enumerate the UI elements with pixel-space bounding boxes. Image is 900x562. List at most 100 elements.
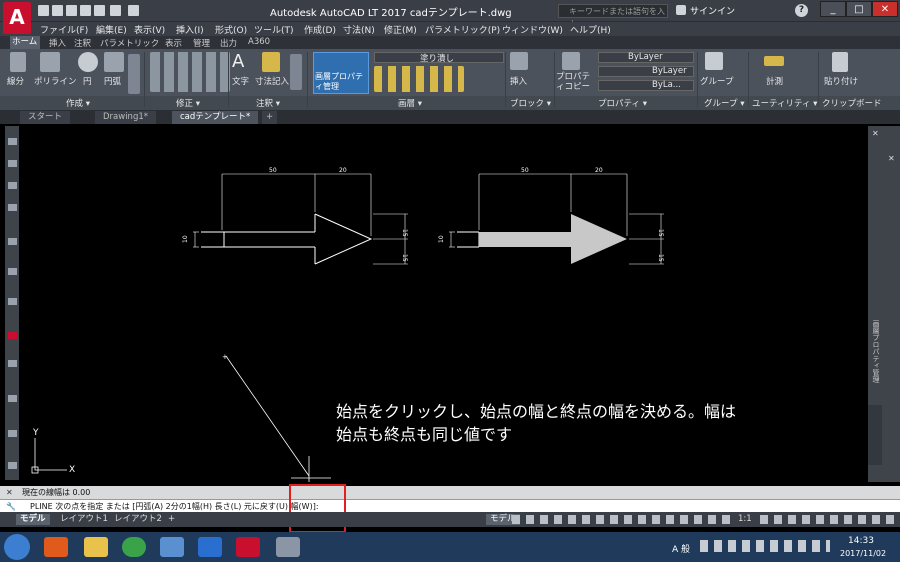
tab-annotate[interactable]: 注釈 — [74, 37, 91, 49]
help-icon[interactable]: ? — [795, 4, 808, 17]
status-tools[interactable] — [760, 515, 896, 524]
menu-parametric[interactable]: パラメトリック(P) — [425, 23, 500, 36]
chrome-icon[interactable] — [122, 537, 146, 557]
annotation-tools-icon[interactable] — [290, 54, 302, 90]
panel-modify-label[interactable]: 修正 ▾ — [176, 97, 200, 109]
tab-view[interactable]: 表示 — [165, 37, 182, 49]
palette-tool-icon[interactable] — [8, 430, 17, 437]
app-icon[interactable] — [160, 537, 184, 557]
tab-manage[interactable]: 管理 — [193, 37, 210, 49]
group-icon[interactable] — [705, 52, 723, 70]
ie-icon[interactable] — [198, 537, 222, 557]
tray-icons[interactable] — [700, 540, 830, 552]
doc-tab-drawing1[interactable]: Drawing1* — [95, 111, 157, 124]
layer-tools-icon[interactable] — [374, 66, 464, 92]
print-icon[interactable] — [94, 5, 105, 16]
tab-output[interactable]: 出力 — [220, 37, 237, 49]
palette-tool-icon[interactable] — [8, 182, 17, 189]
menu-draw[interactable]: 作成(D) — [304, 23, 336, 36]
media-player-icon[interactable] — [44, 537, 68, 557]
panel-layers-label[interactable]: 画層 ▾ — [398, 97, 422, 109]
circle-button[interactable]: 円 — [83, 75, 92, 87]
arc-icon[interactable] — [104, 52, 124, 72]
menu-window[interactable]: ウィンドウ(W) — [502, 23, 563, 36]
doc-tab-cad-template[interactable]: cadテンプレート* — [172, 111, 259, 124]
polyline-icon[interactable] — [40, 52, 60, 72]
palette-tool-icon[interactable] — [8, 298, 17, 305]
annotation-scale[interactable]: 1:1 — [734, 514, 756, 525]
close-palette-icon[interactable]: ✕ — [872, 130, 880, 138]
palette-tool-icon[interactable] — [8, 395, 17, 402]
status-toggles[interactable] — [512, 515, 732, 524]
paste-button[interactable]: 貼り付け — [824, 75, 858, 87]
panel-utilities-label[interactable]: ユーティリティ ▾ — [752, 97, 817, 109]
start-button[interactable] — [4, 534, 30, 560]
palette-tool-icon[interactable] — [8, 138, 17, 145]
palette-tool-icon[interactable] — [8, 462, 17, 469]
menu-file[interactable]: ファイル(F) — [40, 23, 88, 36]
panel-groups-label[interactable]: グループ ▾ — [704, 97, 744, 109]
close-command-icon[interactable]: ✕ — [6, 486, 13, 499]
tab-insert[interactable]: 挿入 — [49, 37, 66, 49]
menu-view[interactable]: 表示(V) — [134, 23, 165, 36]
menu-help[interactable]: ヘルプ(H) — [570, 23, 611, 36]
command-line[interactable]: 🔧 PLINE 次の点を指定 または [円弧(A) 2分の1幅(H) 長さ(L)… — [0, 499, 900, 512]
panel-clipboard-label[interactable]: クリップボード — [822, 97, 882, 109]
paste-icon[interactable] — [832, 52, 848, 72]
new-icon[interactable] — [38, 5, 49, 16]
explorer-icon[interactable] — [84, 537, 108, 557]
close-button[interactable]: ✕ — [872, 1, 898, 17]
tab-parametric[interactable]: パラメトリック — [100, 37, 159, 49]
circle-icon[interactable] — [78, 52, 98, 72]
close-palette-icon[interactable]: ✕ — [888, 155, 896, 163]
undo-icon[interactable] — [110, 5, 121, 16]
tab-home[interactable]: ホーム — [10, 36, 40, 49]
palette-tool-icon[interactable] — [8, 160, 17, 167]
redo-icon[interactable] — [128, 5, 139, 16]
menu-format[interactable]: 形式(O) — [215, 23, 247, 36]
tab-a360[interactable]: A360 — [248, 37, 270, 47]
text-button[interactable]: 文字 — [232, 75, 249, 87]
drawing-canvas[interactable]: 50 20 10 15 15 50 20 10 15 15 + Y X 始点をク… — [21, 126, 868, 482]
palette-tool-icon[interactable] — [8, 204, 17, 211]
measure-button[interactable]: 計測 — [766, 75, 783, 87]
tab-add-layout[interactable]: + — [164, 514, 179, 525]
palette-tool-icon[interactable] — [8, 360, 17, 367]
polyline-button[interactable]: ポリライン — [34, 75, 77, 87]
dimension-button[interactable]: 寸法記入 — [255, 75, 289, 87]
tab-layout2[interactable]: レイアウト2 — [110, 514, 166, 525]
signin-button[interactable]: サインイン — [690, 4, 735, 17]
tab-layout1[interactable]: レイアウト1 — [56, 514, 112, 525]
palette-tool-icon[interactable] — [8, 238, 17, 245]
open-icon[interactable] — [52, 5, 63, 16]
line-button[interactable]: 線分 — [7, 75, 24, 87]
application-menu-button[interactable]: A — [3, 2, 31, 34]
tab-model[interactable]: モデル — [16, 514, 50, 525]
menu-edit[interactable]: 編集(E) — [96, 23, 127, 36]
menu-modify[interactable]: 修正(M) — [384, 23, 417, 36]
draw-tools-icon[interactable] — [128, 54, 140, 94]
panel-block-label[interactable]: ブロック ▾ — [510, 97, 551, 109]
match-properties-icon[interactable] — [562, 52, 580, 70]
doc-tab-new[interactable]: + — [262, 111, 278, 124]
panel-annotation-label[interactable]: 注釈 ▾ — [256, 97, 280, 109]
palette-tool-icon[interactable] — [8, 332, 17, 339]
autocad-taskbar-icon[interactable] — [236, 537, 260, 557]
palette-scroll[interactable] — [868, 405, 882, 465]
text-icon[interactable]: A — [232, 52, 248, 72]
minimize-button[interactable]: _ — [820, 1, 846, 17]
panel-properties-label[interactable]: プロパティ ▾ — [598, 97, 647, 109]
doc-tab-start[interactable]: スタート — [20, 111, 71, 124]
saveas-icon[interactable] — [80, 5, 91, 16]
arc-button[interactable]: 円弧 — [104, 75, 121, 87]
palette-tool-icon[interactable] — [8, 268, 17, 275]
maximize-button[interactable]: □ — [846, 1, 872, 17]
save-icon[interactable] — [66, 5, 77, 16]
insert-block-icon[interactable] — [510, 52, 528, 70]
ime-indicator[interactable]: A 般 — [672, 542, 690, 555]
layer-properties-palette-label[interactable]: 画層プロパティ管理 — [871, 320, 881, 390]
menu-tools[interactable]: ツール(T) — [254, 23, 294, 36]
paint-icon[interactable] — [276, 537, 300, 557]
search-input[interactable]: キーワードまたは語句を入力 — [558, 4, 668, 29]
modify-tools-icon[interactable] — [150, 52, 230, 92]
